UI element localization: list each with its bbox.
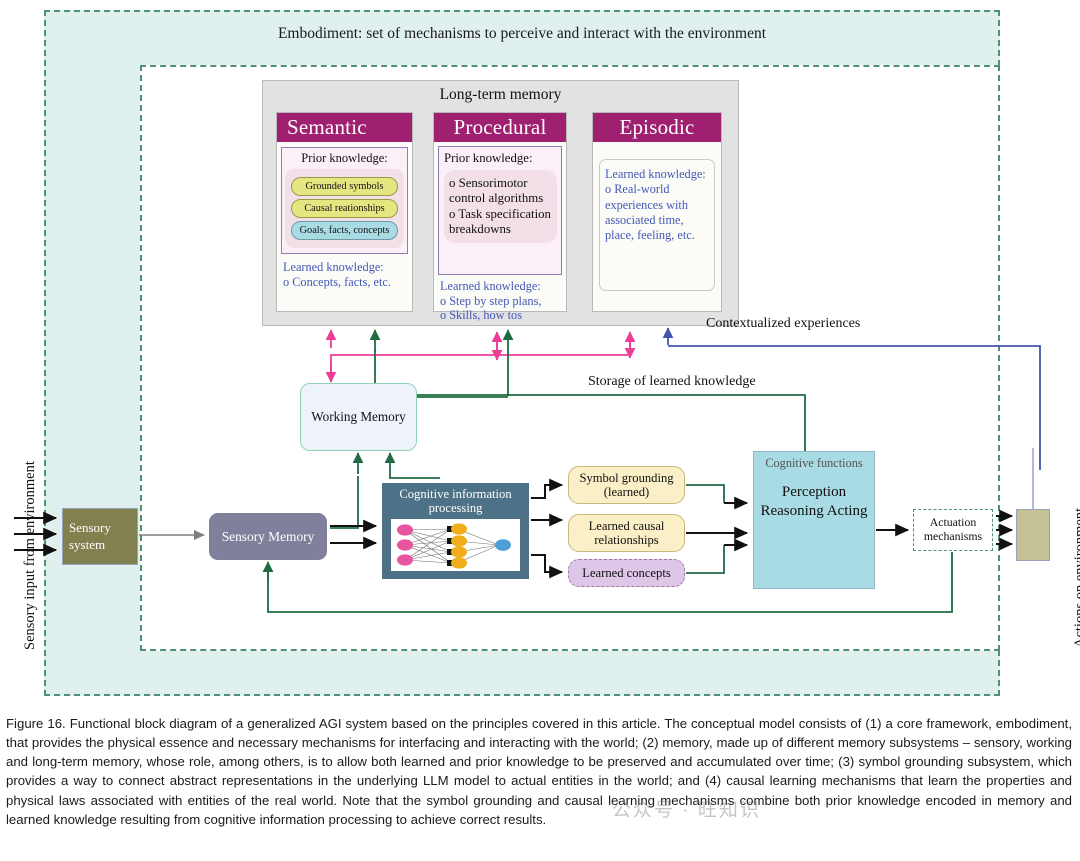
cognitive-functions-title: Cognitive functions: [765, 456, 863, 470]
environment-action-block: [1016, 509, 1050, 561]
procedural-prior-item-0: o Sensorimotor: [449, 176, 528, 190]
episodic-learned-item-2: associated time,: [605, 213, 684, 228]
memory-column-semantic-header: Semantic: [277, 113, 412, 142]
learned-causal-relationships-block: Learned causal relationships: [568, 514, 685, 552]
cognitive-functions-body: Perception Reasoning Acting: [760, 484, 868, 520]
working-memory-block: Working Memory: [300, 383, 417, 451]
procedural-prior-item-2: o Task specification: [449, 206, 551, 221]
cognitive-functions-block: Cognitive functions Perception Reasoning…: [753, 451, 875, 589]
procedural-learned-title: Learned knowledge:: [440, 279, 541, 293]
long-term-memory-title: Long-term memory: [439, 86, 562, 103]
actions-on-environment-label: Actions on environment: [1072, 507, 1080, 648]
episodic-learned-knowledge: Learned knowledge: o Real-world experien…: [599, 159, 715, 291]
procedural-learned-item-1: o Skills, how tos: [440, 308, 522, 322]
semantic-prior-knowledge: Prior knowledge: Grounded symbols Causal…: [281, 147, 408, 254]
contextualized-experiences-label: Contextualized experiences: [706, 316, 861, 331]
sensory-system-block: Sensory system: [62, 508, 138, 565]
procedural-learned-knowledge: Learned knowledge: o Step by step plans,…: [434, 275, 566, 323]
pill-causal-relationships: Causal reationships: [291, 199, 398, 218]
episodic-learned-item-1: experiences with: [605, 197, 688, 212]
memory-column-episodic-header: Episodic: [593, 113, 721, 142]
procedural-prior-item-3: breakdowns: [449, 222, 511, 237]
semantic-learned-item-0: o Concepts, facts, etc.: [283, 274, 391, 289]
pill-grounded-symbols: Grounded symbols: [291, 177, 398, 196]
watermark: 公众号 · 旺知识: [612, 800, 761, 821]
memory-column-procedural: Procedural Prior knowledge: o Sensorimot…: [433, 112, 567, 322]
actuation-mechanisms-block: Actuation mechanisms: [913, 509, 993, 551]
pill-goals-facts-concepts: Goals, facts, concepts: [291, 221, 398, 240]
memory-column-episodic: Episodic Learned knowledge: o Real-world…: [592, 112, 722, 312]
storage-of-learned-knowledge-label: Storage of learned knowledge: [588, 374, 756, 389]
semantic-learned-knowledge: Learned knowledge: o Concepts, facts, et…: [277, 254, 412, 289]
procedural-prior-item-1: control algorithms: [449, 191, 544, 206]
procedural-learned-item-0: o Step by step plans,: [440, 293, 542, 308]
figure-caption: Figure 16. Functional block diagram of a…: [6, 716, 1072, 827]
procedural-prior-title: Prior knowledge:: [444, 151, 533, 165]
episodic-learned-title: Learned knowledge:: [605, 167, 706, 181]
learned-concepts-block: Learned concepts: [568, 559, 685, 587]
semantic-learned-title: Learned knowledge:: [283, 260, 384, 274]
episodic-learned-item-0: o Real-world: [605, 182, 670, 197]
embodiment-label: Embodiment: set of mechanisms to perceiv…: [277, 25, 767, 42]
semantic-prior-title: Prior knowledge:: [301, 151, 388, 165]
procedural-prior-items: o Sensorimotor control algorithms o Task…: [444, 170, 557, 244]
neural-network-diagram: [391, 518, 520, 571]
cognitive-information-processing-block: Cognitive information processing: [382, 483, 529, 579]
sensory-input-label: Sensory input from environment: [22, 461, 38, 650]
memory-column-semantic: Semantic Prior knowledge: Grounded symbo…: [276, 112, 413, 312]
semantic-prior-pills: Grounded symbols Causal reationships Goa…: [285, 169, 404, 248]
procedural-prior-knowledge: Prior knowledge: o Sensorimotor control …: [438, 146, 562, 275]
cip-label: Cognitive information processing: [399, 487, 512, 516]
episodic-learned-item-3: place, feeling, etc.: [605, 228, 695, 243]
figure-canvas: Embodiment: set of mechanisms to perceiv…: [0, 0, 1080, 861]
memory-column-procedural-header: Procedural: [434, 113, 566, 142]
sensory-memory-block: Sensory Memory: [209, 513, 327, 560]
symbol-grounding-block: Symbol grounding (learned): [568, 466, 685, 504]
